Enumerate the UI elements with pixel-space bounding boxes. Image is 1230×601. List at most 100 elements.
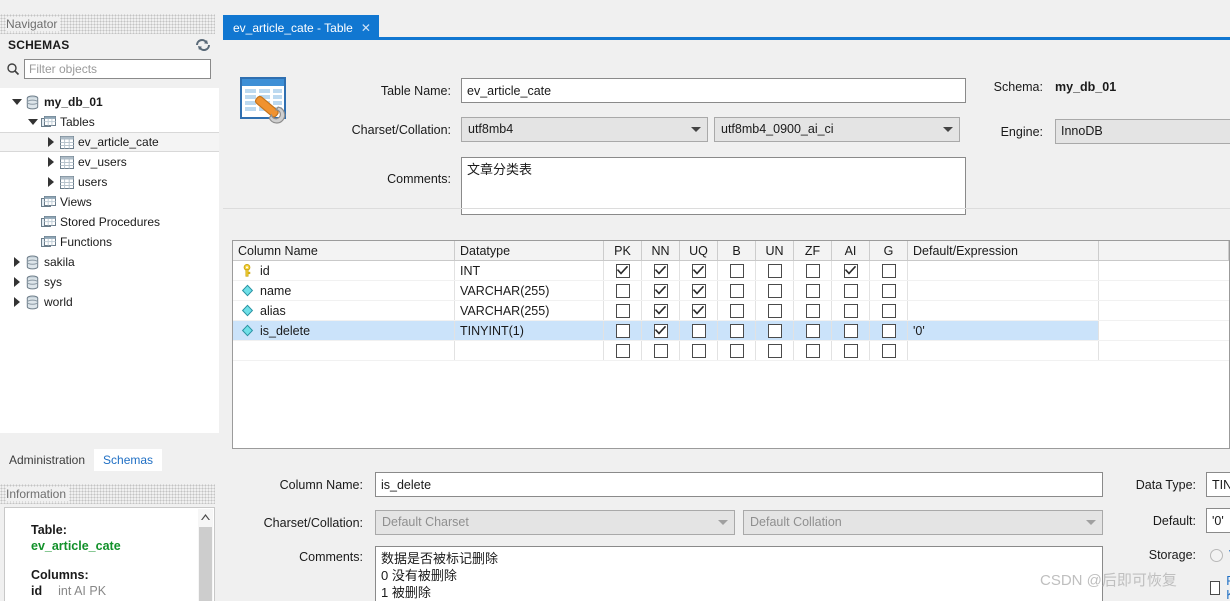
grid-cell-datatype[interactable]: VARCHAR(255) — [455, 301, 604, 320]
expander-expand-icon[interactable] — [10, 297, 24, 307]
checkbox-nn[interactable] — [653, 303, 668, 318]
grid-header-zf[interactable]: ZF — [794, 241, 832, 260]
checkbox-nn[interactable] — [653, 323, 668, 338]
checkbox-g[interactable] — [881, 323, 896, 338]
grid-checkbox-b[interactable] — [718, 321, 756, 340]
checkbox-b[interactable] — [729, 263, 744, 278]
tree-item-views[interactable]: Views — [0, 192, 219, 212]
grid-cell-column-name[interactable] — [233, 341, 455, 360]
grid-checkbox-zf[interactable] — [794, 341, 832, 360]
grid-checkbox-un[interactable] — [756, 261, 794, 280]
checkbox-pk[interactable] — [615, 283, 630, 298]
grid-checkbox-nn[interactable] — [642, 321, 680, 340]
grid-header-uq[interactable]: UQ — [680, 241, 718, 260]
table-comments-textarea[interactable]: 文章分类表 — [461, 157, 966, 215]
grid-header-g[interactable]: G — [870, 241, 908, 260]
expander-collapse-icon[interactable] — [26, 119, 40, 125]
filter-objects-input[interactable] — [24, 59, 211, 79]
grid-checkbox-pk[interactable] — [604, 301, 642, 320]
tree-item-users[interactable]: users — [0, 172, 219, 192]
grid-checkbox-nn[interactable] — [642, 341, 680, 360]
grid-cell-column-name[interactable]: alias — [233, 301, 455, 320]
grid-checkbox-nn[interactable] — [642, 281, 680, 300]
grid-cell-default[interactable] — [908, 281, 1099, 300]
storage-virtual-radio[interactable] — [1210, 548, 1223, 562]
tree-item-tables[interactable]: Tables — [0, 112, 219, 132]
tree-item-functions[interactable]: Functions — [0, 232, 219, 252]
checkbox-un[interactable] — [767, 323, 782, 338]
detail-comments-textarea[interactable]: 数据是否被标记删除 0 没有被删除 1 被删除 — [375, 546, 1103, 601]
grid-header-default-expression[interactable]: Default/Expression — [908, 241, 1099, 260]
detail-default-input[interactable] — [1206, 508, 1230, 533]
grid-checkbox-pk[interactable] — [604, 281, 642, 300]
checkbox-un[interactable] — [767, 263, 782, 278]
detail-collation-select[interactable]: Default Collation — [743, 510, 1103, 535]
grid-checkbox-g[interactable] — [870, 321, 908, 340]
grid-row[interactable]: is_delete TINYINT(1) '0' — [233, 321, 1229, 341]
checkbox-pk[interactable] — [615, 343, 630, 358]
checkbox-nn[interactable] — [653, 263, 668, 278]
grid-header-b[interactable]: B — [718, 241, 756, 260]
tree-item-ev-users[interactable]: ev_users — [0, 152, 219, 172]
checkbox-g[interactable] — [881, 263, 896, 278]
grid-checkbox-g[interactable] — [870, 301, 908, 320]
grid-checkbox-pk[interactable] — [604, 321, 642, 340]
checkbox-b[interactable] — [729, 323, 744, 338]
grid-checkbox-b[interactable] — [718, 281, 756, 300]
grid-checkbox-zf[interactable] — [794, 301, 832, 320]
primary-key-checkbox[interactable] — [1210, 581, 1221, 595]
grid-cell-default[interactable] — [908, 341, 1099, 360]
grid-checkbox-zf[interactable] — [794, 261, 832, 280]
checkbox-nn[interactable] — [653, 283, 668, 298]
grid-checkbox-un[interactable] — [756, 321, 794, 340]
grid-cell-column-name[interactable]: id — [233, 261, 455, 280]
grid-checkbox-ai[interactable] — [832, 341, 870, 360]
grid-checkbox-nn[interactable] — [642, 301, 680, 320]
grid-header-datatype[interactable]: Datatype — [455, 241, 604, 260]
grid-cell-column-name[interactable]: is_delete — [233, 321, 455, 340]
grid-checkbox-nn[interactable] — [642, 261, 680, 280]
checkbox-g[interactable] — [881, 303, 896, 318]
checkbox-uq[interactable] — [691, 263, 706, 278]
grid-header-nn[interactable]: NN — [642, 241, 680, 260]
detail-data-type-input[interactable] — [1206, 472, 1230, 497]
checkbox-pk[interactable] — [615, 303, 630, 318]
grid-header-pk[interactable]: PK — [604, 241, 642, 260]
detail-column-name-input[interactable] — [375, 472, 1103, 497]
checkbox-zf[interactable] — [805, 323, 820, 338]
grid-cell-datatype[interactable]: TINYINT(1) — [455, 321, 604, 340]
tree-item-sakila[interactable]: sakila — [0, 252, 219, 272]
grid-checkbox-un[interactable] — [756, 301, 794, 320]
grid-row[interactable]: alias VARCHAR(255) — [233, 301, 1229, 321]
checkbox-zf[interactable] — [805, 283, 820, 298]
grid-checkbox-uq[interactable] — [680, 301, 718, 320]
grid-checkbox-ai[interactable] — [832, 261, 870, 280]
checkbox-ai[interactable] — [843, 323, 858, 338]
grid-header-column-name[interactable]: Column Name — [233, 241, 455, 260]
checkbox-uq[interactable] — [691, 283, 706, 298]
expander-expand-icon[interactable] — [10, 257, 24, 267]
grid-checkbox-b[interactable] — [718, 341, 756, 360]
grid-checkbox-uq[interactable] — [680, 341, 718, 360]
tree-item-my-db-01[interactable]: my_db_01 — [0, 92, 219, 112]
grid-cell-datatype[interactable]: INT — [455, 261, 604, 280]
scroll-up-icon[interactable] — [198, 509, 213, 525]
checkbox-un[interactable] — [767, 303, 782, 318]
grid-cell-datatype[interactable]: VARCHAR(255) — [455, 281, 604, 300]
sidebar-tab-administration[interactable]: Administration — [0, 449, 94, 471]
grid-body[interactable]: id INT name VARCHAR(255) alias VARCHAR(255) is… — [233, 261, 1229, 361]
checkbox-ai[interactable] — [843, 283, 858, 298]
checkbox-zf[interactable] — [805, 263, 820, 278]
tree-item-world[interactable]: world — [0, 292, 219, 312]
checkbox-pk[interactable] — [615, 323, 630, 338]
checkbox-pk[interactable] — [615, 263, 630, 278]
grid-checkbox-b[interactable] — [718, 301, 756, 320]
checkbox-b[interactable] — [729, 283, 744, 298]
grid-cell-default[interactable] — [908, 301, 1099, 320]
tab-ev-article-cate[interactable]: ev_article_cate - Table ✕ — [223, 15, 379, 40]
grid-checkbox-un[interactable] — [756, 281, 794, 300]
checkbox-ai[interactable] — [843, 303, 858, 318]
columns-grid[interactable]: Column Name Datatype PK NN UQ B UN ZF AI G Default… — [232, 240, 1230, 449]
table-name-input[interactable] — [461, 78, 966, 103]
tree-item-sys[interactable]: sys — [0, 272, 219, 292]
